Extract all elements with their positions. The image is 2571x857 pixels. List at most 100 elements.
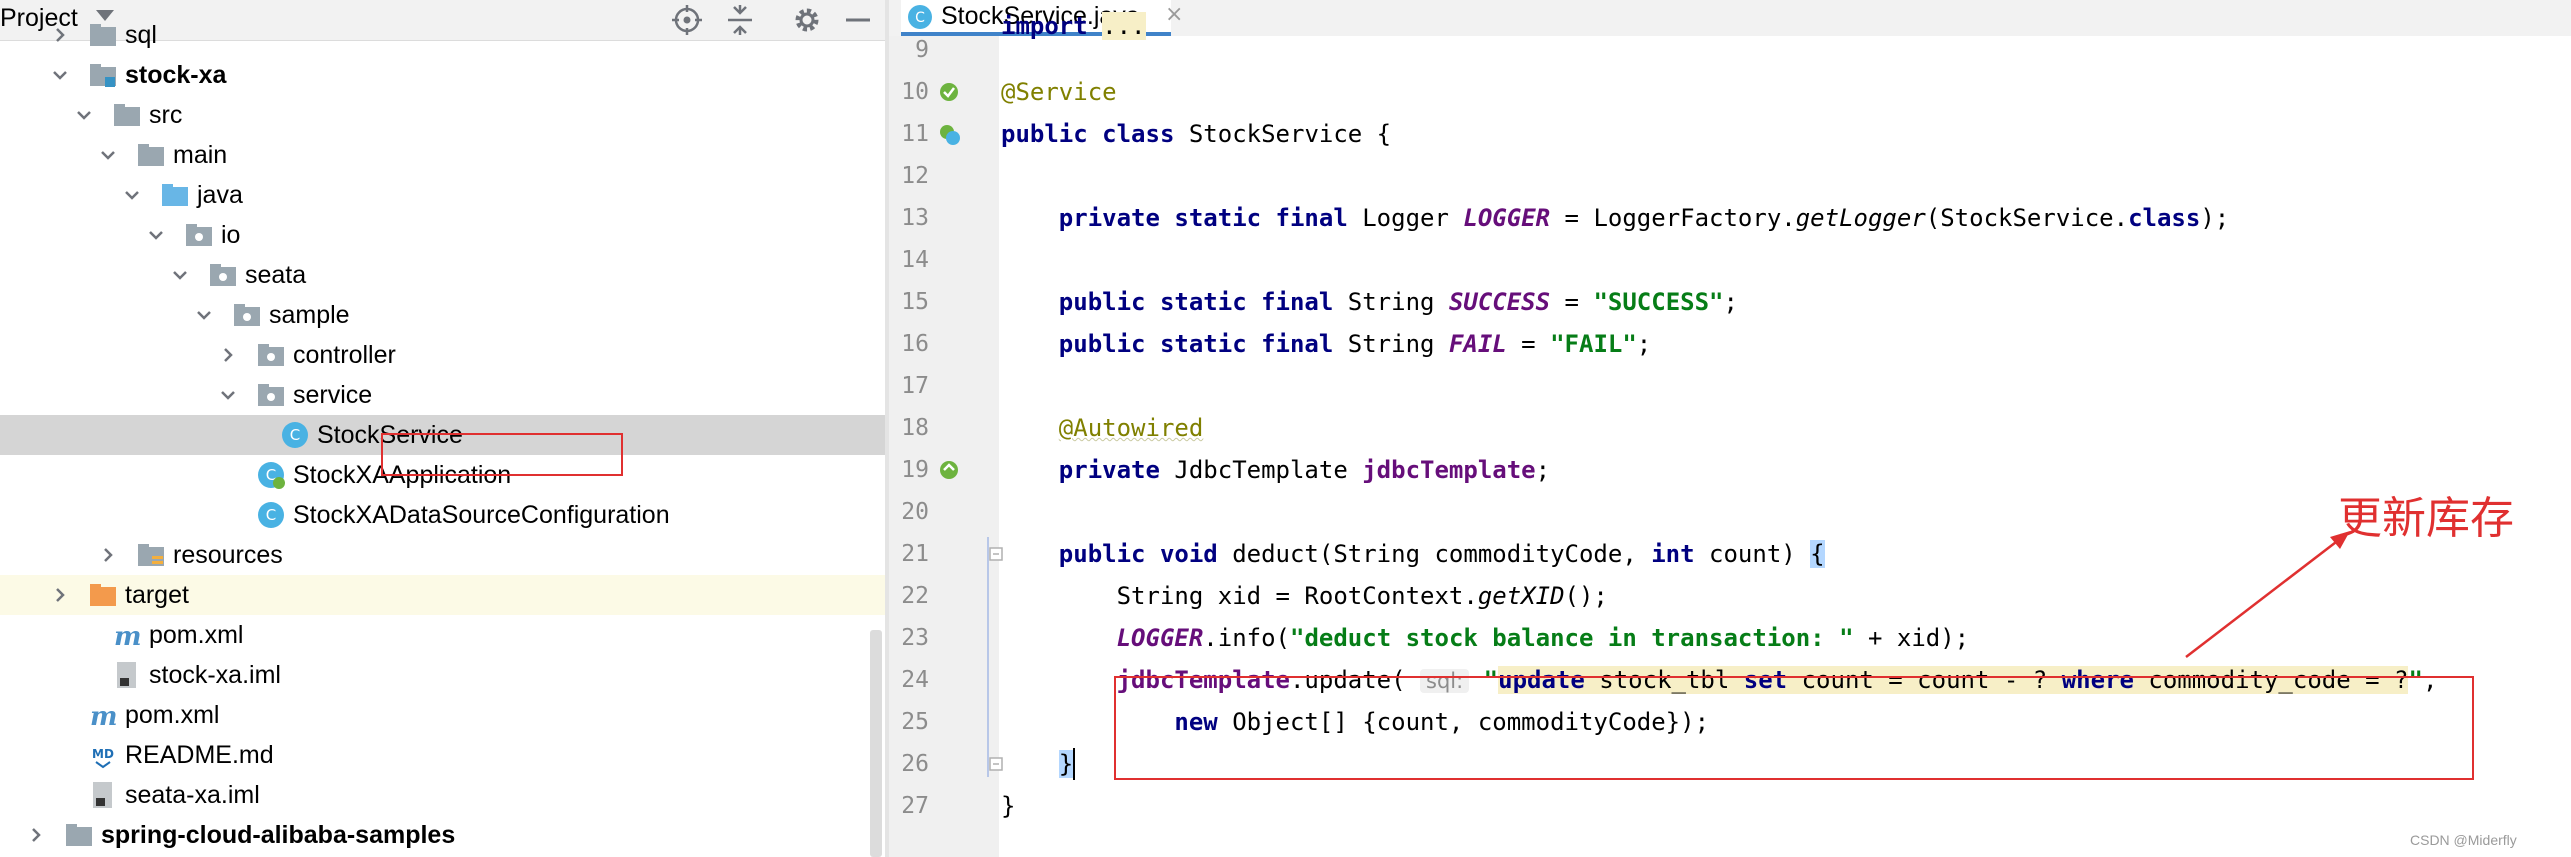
tree-row[interactable]: service (0, 375, 885, 415)
line-number: 23 (901, 625, 929, 651)
tree-item-label: target (125, 581, 189, 609)
tree-item-label: stock-xa.iml (149, 661, 281, 689)
code-line[interactable]: public static final String SUCCESS = "SU… (1001, 281, 1738, 323)
tree-row[interactable]: src (0, 95, 885, 135)
package-icon (234, 304, 260, 326)
line-number: 27 (901, 793, 929, 819)
chevron-down-icon[interactable] (172, 267, 188, 283)
line-number: 12 (901, 163, 929, 189)
code-line[interactable]: public class StockService { (1001, 113, 1391, 155)
project-scrollbar[interactable] (870, 630, 882, 857)
autowired-gutter-icon[interactable] (937, 458, 961, 482)
tree-row[interactable]: m pom.xml (0, 695, 885, 735)
chevron-right-icon[interactable] (28, 827, 44, 843)
fold-gutter (979, 36, 999, 857)
resources-folder-icon (138, 544, 164, 566)
chevron-down-icon[interactable] (100, 147, 116, 163)
svg-text:m: m (114, 622, 142, 650)
tree-item-label: resources (173, 541, 283, 569)
line-number: 21 (901, 541, 929, 567)
code-line[interactable]: private JdbcTemplate jdbcTemplate; (1001, 449, 1550, 491)
line-number: 25 (901, 709, 929, 735)
chevron-down-icon[interactable] (220, 387, 236, 403)
callout-label: 更新库存 (2338, 493, 2514, 544)
tree-item-label: service (293, 381, 373, 409)
java-class-icon: C (908, 5, 932, 29)
code-line[interactable]: LOGGER.info("deduct stock balance in tra… (1001, 617, 1970, 659)
spring-boot-class-icon: C (258, 462, 285, 489)
line-number: 14 (901, 247, 929, 273)
code-line[interactable]: public void deduct(String commodityCode,… (1001, 533, 1825, 575)
tree-row[interactable]: stock-xa.iml (0, 655, 885, 695)
line-number: 18 (901, 415, 929, 441)
package-icon (210, 264, 236, 286)
chevron-right-icon[interactable] (52, 587, 68, 603)
tree-row[interactable]: controller (0, 335, 885, 375)
callout-arrow-icon (2185, 531, 2350, 658)
tree-row[interactable]: sample (0, 295, 885, 335)
tree-item-label: controller (293, 341, 396, 369)
chevron-right-icon[interactable] (52, 27, 68, 43)
tree-row[interactable]: seata (0, 255, 885, 295)
fold-close-icon[interactable] (989, 757, 1003, 771)
fold-open-icon[interactable] (989, 547, 1003, 561)
code-line[interactable]: public static final String FAIL = "FAIL"… (1001, 323, 1651, 365)
line-number: 16 (901, 331, 929, 357)
tree-row[interactable]: stock-xa (0, 55, 885, 95)
watermark: CSDN @Miderfly (2410, 832, 2517, 848)
tree-item-label: README.md (125, 741, 274, 769)
chevron-down-icon[interactable] (52, 67, 68, 83)
chevron-right-icon[interactable] (220, 347, 236, 363)
tree-row[interactable]: MD README.md (0, 735, 885, 775)
line-number: 24 (901, 667, 929, 693)
excluded-folder-icon (90, 584, 116, 606)
line-number: 17 (901, 373, 929, 399)
tree-item-label: pom.xml (125, 701, 220, 729)
markdown-file-icon: MD (92, 747, 114, 769)
tree-row[interactable]: resources (0, 535, 885, 575)
tree-row[interactable]: target (0, 575, 885, 615)
code-line[interactable]: String xid = RootContext.getXID(); (1001, 575, 1608, 617)
tree-row[interactable]: io (0, 215, 885, 255)
tree-row[interactable]: m pom.xml (0, 615, 885, 655)
chevron-down-icon[interactable] (124, 187, 140, 203)
spring-bean-gutter-icon[interactable] (937, 80, 961, 104)
tree-row[interactable]: main (0, 135, 885, 175)
package-icon (186, 224, 212, 246)
chevron-down-icon[interactable] (76, 107, 92, 123)
code-line[interactable]: @Service (1001, 71, 1117, 113)
tree-row[interactable]: C StockXADataSourceConfiguration (0, 495, 885, 535)
package-icon (258, 384, 284, 406)
chevron-down-icon[interactable] (196, 307, 212, 323)
tree-row[interactable]: seata-xa.iml (0, 775, 885, 815)
line-number: 19 (901, 457, 929, 483)
tree-item-label: java (197, 181, 243, 209)
folder-icon (138, 144, 164, 166)
chevron-right-icon[interactable] (100, 547, 116, 563)
spring-bean-class-gutter-icon[interactable] (937, 122, 961, 146)
tree-row[interactable]: sql (0, 15, 885, 55)
code-line[interactable]: } (1001, 743, 1074, 785)
tree-item-label: io (221, 221, 241, 249)
tree-item-label: seata-xa.iml (125, 781, 260, 809)
code-line[interactable]: private static final Logger LOGGER = Log… (1001, 197, 2229, 239)
code-line[interactable]: import ... (1001, 5, 1146, 47)
svg-text:C: C (266, 506, 276, 524)
folder-icon (114, 104, 140, 126)
svg-text:C: C (915, 10, 925, 26)
line-number: 22 (901, 583, 929, 609)
chevron-down-icon[interactable] (148, 227, 164, 243)
java-class-icon: C (282, 422, 308, 448)
highlight-box-selected-file (381, 433, 623, 476)
tree-row[interactable]: java (0, 175, 885, 215)
text-caret (1072, 748, 1075, 780)
code-line[interactable]: } (1001, 785, 1015, 827)
line-number: 26 (901, 751, 929, 777)
tree-row[interactable]: spring-cloud-alibaba-samples (0, 815, 885, 855)
svg-text:C: C (290, 426, 300, 444)
tree-item-label: pom.xml (149, 621, 244, 649)
source-folder-icon (162, 184, 188, 206)
close-icon[interactable]: × (1165, 0, 1183, 30)
tree-item-label: StockXADataSourceConfiguration (293, 501, 670, 529)
code-line[interactable]: @Autowired (1001, 407, 1204, 449)
